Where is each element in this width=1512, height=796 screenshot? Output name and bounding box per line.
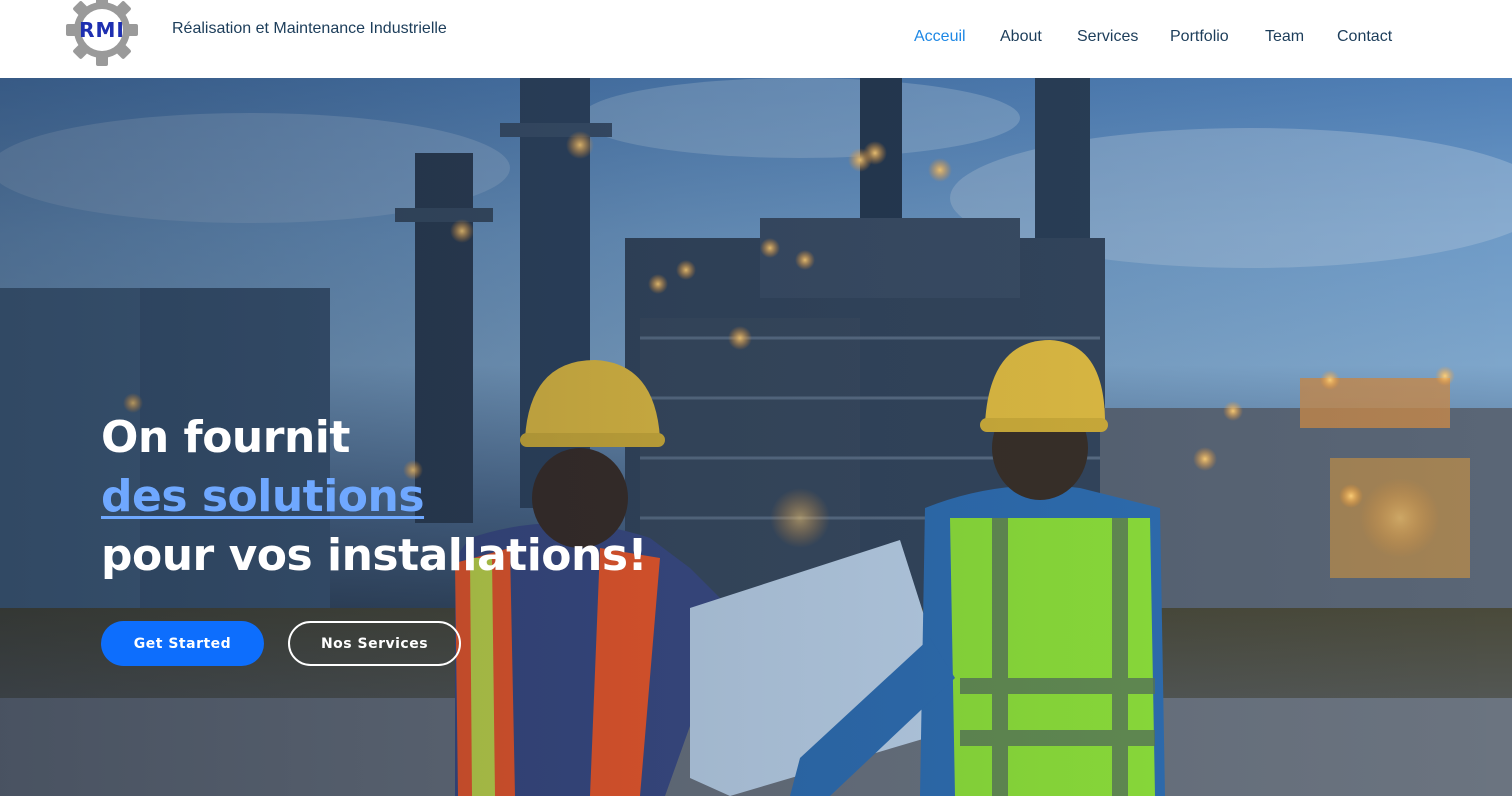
logo-text: RMI — [79, 18, 125, 42]
nav-item-portfolio[interactable]: Portfolio — [1170, 28, 1229, 46]
get-started-button[interactable]: Get Started — [101, 621, 264, 666]
company-tagline: Réalisation et Maintenance Industrielle — [172, 20, 447, 37]
hero-title-highlight: des solutions — [101, 471, 425, 522]
nos-services-button[interactable]: Nos Services — [288, 621, 461, 666]
site-header: RMI Réalisation et Maintenance Industrie… — [0, 0, 1512, 78]
hero-title-line-3: pour vos installations! — [101, 530, 648, 581]
nav-item-contact[interactable]: Contact — [1337, 28, 1392, 46]
logo[interactable]: RMI — [60, 0, 144, 66]
hero-title-line-1: On fournit — [101, 412, 350, 463]
nav-item-acceuil[interactable]: Acceuil — [914, 28, 966, 46]
nav-item-team[interactable]: Team — [1265, 28, 1304, 46]
hero-title: On fournit des solutions pour vos instal… — [101, 408, 648, 585]
nav-item-services[interactable]: Services — [1077, 28, 1138, 46]
hero-section: On fournit des solutions pour vos instal… — [0, 78, 1512, 796]
nav-item-about[interactable]: About — [1000, 28, 1042, 46]
